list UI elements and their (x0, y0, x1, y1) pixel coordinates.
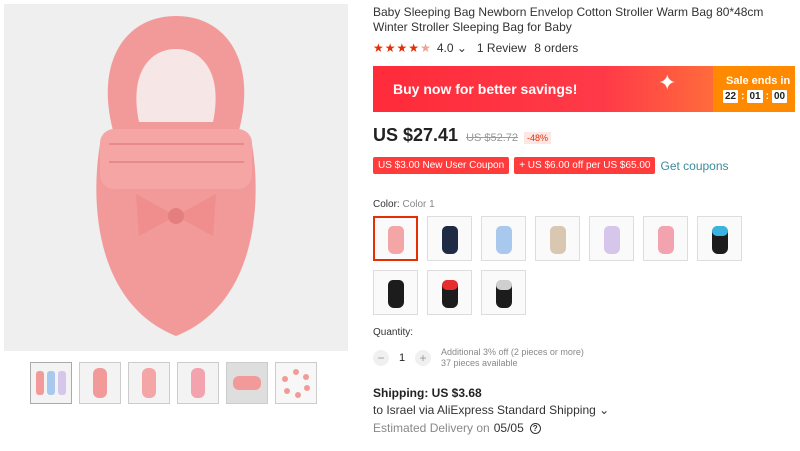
minus-icon[interactable]: − (373, 350, 389, 366)
promo-banner[interactable]: Buy now for better savings! ✦ Sale ends … (373, 66, 795, 112)
swatch-image (387, 279, 404, 308)
thumbnail-1[interactable] (30, 362, 72, 404)
swatch-image (441, 279, 458, 308)
timer-minutes: 01 (747, 90, 763, 103)
thumbnail-2[interactable] (79, 362, 121, 404)
thumbnail-image (178, 363, 218, 403)
color-swatch-5[interactable] (589, 216, 634, 261)
shipping-destination[interactable]: to Israel via AliExpress Standard Shippi… (373, 403, 609, 417)
color-swatch-6[interactable] (643, 216, 688, 261)
thumbnail-image (31, 363, 71, 403)
swatch-image (495, 279, 512, 308)
swatch-image (387, 225, 404, 254)
rating-row: ★ ★ ★ ★ ★ 4.0 ⌄ 1 Review 8 orders (373, 41, 578, 55)
plus-icon[interactable]: + (415, 350, 431, 366)
sparkle-icon: ✦ (658, 70, 677, 95)
color-swatch-8[interactable] (373, 270, 418, 315)
color-swatch-3[interactable] (481, 216, 526, 261)
color-swatch-9[interactable] (427, 270, 472, 315)
color-label: Color: Color 1 (373, 199, 435, 210)
timer-separator: : (741, 91, 745, 102)
main-product-image[interactable] (4, 4, 348, 351)
chevron-down-icon: ⌄ (599, 403, 610, 417)
star-icon: ★ (396, 41, 408, 55)
sale-label: Sale ends in (726, 75, 791, 87)
timer-hours: 22 (723, 90, 739, 103)
thumbnail-5[interactable] (226, 362, 268, 404)
rating-stars: ★ ★ ★ ★ ★ (373, 42, 431, 54)
order-count: 8 orders (534, 41, 579, 55)
thumbnail-6[interactable] (275, 362, 317, 404)
review-count-link[interactable]: 1 Review (477, 41, 526, 55)
thumbnail-image (80, 363, 120, 403)
sleeping-bag-image (4, 4, 348, 351)
discount-badge: -48% (524, 132, 552, 144)
timer-separator: : (765, 91, 769, 102)
store-coupon[interactable]: + US $6.00 off per US $65.00 (514, 157, 656, 174)
color-swatch-2[interactable] (427, 216, 472, 261)
quantity-label: Quantity: (373, 327, 414, 338)
color-swatch-1[interactable] (373, 216, 418, 261)
quantity-value[interactable]: 1 (389, 352, 415, 364)
swatch-image (441, 225, 458, 254)
current-price: US $27.41 (373, 125, 459, 145)
get-coupons-link[interactable]: Get coupons (660, 159, 728, 173)
countdown-timer: 22 : 01 : 00 (723, 90, 788, 103)
swatch-image (711, 225, 728, 254)
star-icon: ★ (408, 41, 420, 55)
color-swatch-10[interactable] (481, 270, 526, 315)
product-title: Baby Sleeping Bag Newborn Envelop Cotton… (373, 5, 764, 34)
swatch-image (657, 225, 674, 254)
color-swatches (373, 216, 753, 315)
swatch-image (495, 225, 512, 254)
price-row: US $27.41 US $52.72 -48% (373, 125, 552, 146)
swatch-image (549, 225, 566, 254)
original-price: US $52.72 (466, 132, 519, 144)
timer-seconds: 00 (771, 90, 788, 103)
promo-banner-text: Buy now for better savings! (393, 81, 578, 97)
sale-countdown: Sale ends in 22 : 01 : 00 (713, 66, 795, 112)
thumbnail-image (129, 363, 169, 403)
thumbnail-3[interactable] (128, 362, 170, 404)
thumbnail-strip (30, 362, 317, 404)
color-swatch-7[interactable] (697, 216, 742, 261)
selected-color-value: Color 1 (402, 199, 435, 210)
star-icon: ★ (373, 41, 384, 55)
new-user-coupon[interactable]: US $3.00 New User Coupon (373, 157, 510, 174)
coupon-row: US $3.00 New User Coupon + US $6.00 off … (373, 157, 729, 174)
rating-value[interactable]: 4.0 ⌄ (437, 41, 467, 55)
thumbnail-image (227, 363, 267, 403)
color-swatch-4[interactable] (535, 216, 580, 261)
star-icon: ★ (384, 41, 396, 55)
thumbnail-image (276, 363, 316, 403)
product-gallery (0, 0, 352, 451)
help-icon[interactable]: ? (529, 422, 541, 434)
quantity-stepper: − 1 + Additional 3% off (2 pieces or mor… (373, 347, 584, 369)
thumbnail-4[interactable] (177, 362, 219, 404)
estimated-delivery: Estimated Delivery on 05/05 ? (373, 421, 541, 435)
delivery-date: 05/05 (493, 421, 524, 435)
chevron-down-icon: ⌄ (456, 41, 467, 55)
swatch-image (603, 225, 620, 254)
quantity-note: Additional 3% off (2 pieces or more) 37 … (441, 347, 584, 368)
shipping-price: Shipping: US $3.68 (373, 386, 482, 400)
star-half-icon: ★ (420, 41, 431, 55)
